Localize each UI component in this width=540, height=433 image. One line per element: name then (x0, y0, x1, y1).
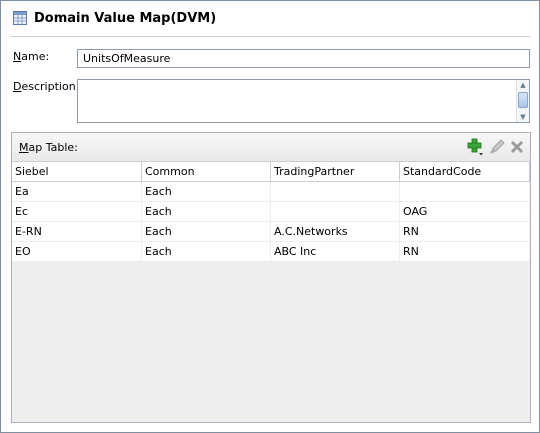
column-header-common[interactable]: Common (142, 162, 271, 181)
table-cell[interactable]: ABC Inc (271, 242, 400, 262)
delete-x-icon[interactable] (508, 138, 526, 156)
table-cell[interactable] (271, 182, 400, 202)
table-cell[interactable]: Ec (12, 202, 142, 222)
table-cell[interactable]: RN (400, 222, 530, 242)
table-cell[interactable]: E-RN (12, 222, 142, 242)
scroll-thumb[interactable] (518, 92, 528, 108)
title-divider (10, 36, 530, 37)
dvm-editor-window: Domain Value Map(DVM) Name: UnitsOfMeasu… (0, 0, 540, 433)
table-row[interactable]: Ea Each (12, 182, 530, 202)
table-row[interactable]: EO Each ABC Inc RN (12, 242, 530, 262)
description-field[interactable]: ▲ ▼ (77, 79, 530, 123)
column-header-tradingpartner[interactable]: TradingPartner (271, 162, 400, 181)
table-cell[interactable] (271, 202, 400, 222)
table-cell[interactable]: Each (142, 182, 271, 202)
table-cell[interactable]: Each (142, 242, 271, 262)
name-label: Name: (13, 50, 50, 63)
map-table-panel: Map Table: Siebel Common TradingPartner … (11, 132, 531, 423)
title-bar: Domain Value Map(DVM) (1, 1, 539, 37)
pencil-edit-icon[interactable] (488, 138, 506, 156)
table-empty-area (12, 262, 530, 422)
map-table-title: Map Table: (19, 141, 78, 154)
scroll-down-icon[interactable]: ▼ (517, 112, 529, 122)
table-cell[interactable]: EO (12, 242, 142, 262)
add-plus-icon[interactable] (466, 138, 484, 156)
column-header-siebel[interactable]: Siebel (12, 162, 142, 181)
map-table-header: Map Table: (12, 133, 530, 162)
page-title: Domain Value Map(DVM) (34, 11, 217, 26)
table-grid-icon (13, 11, 27, 25)
table-header: Siebel Common TradingPartner StandardCod… (12, 162, 530, 182)
table-cell[interactable]: RN (400, 242, 530, 262)
description-label: Description: (13, 80, 80, 93)
table-cell[interactable]: Ea (12, 182, 142, 202)
table-row[interactable]: Ec Each OAG (12, 202, 530, 222)
table-row[interactable]: E-RN Each A.C.Networks RN (12, 222, 530, 242)
table-cell[interactable]: A.C.Networks (271, 222, 400, 242)
column-header-standardcode[interactable]: StandardCode (400, 162, 530, 181)
table-body: Ea Each Ec Each OAG E-RN Each A.C.Networ… (12, 182, 530, 262)
table-cell[interactable]: OAG (400, 202, 530, 222)
table-cell[interactable] (400, 182, 530, 202)
name-field[interactable]: UnitsOfMeasure (77, 49, 530, 68)
scroll-up-icon[interactable]: ▲ (517, 80, 529, 90)
description-scrollbar[interactable]: ▲ ▼ (516, 80, 529, 122)
table-cell[interactable]: Each (142, 202, 271, 222)
table-cell[interactable]: Each (142, 222, 271, 242)
